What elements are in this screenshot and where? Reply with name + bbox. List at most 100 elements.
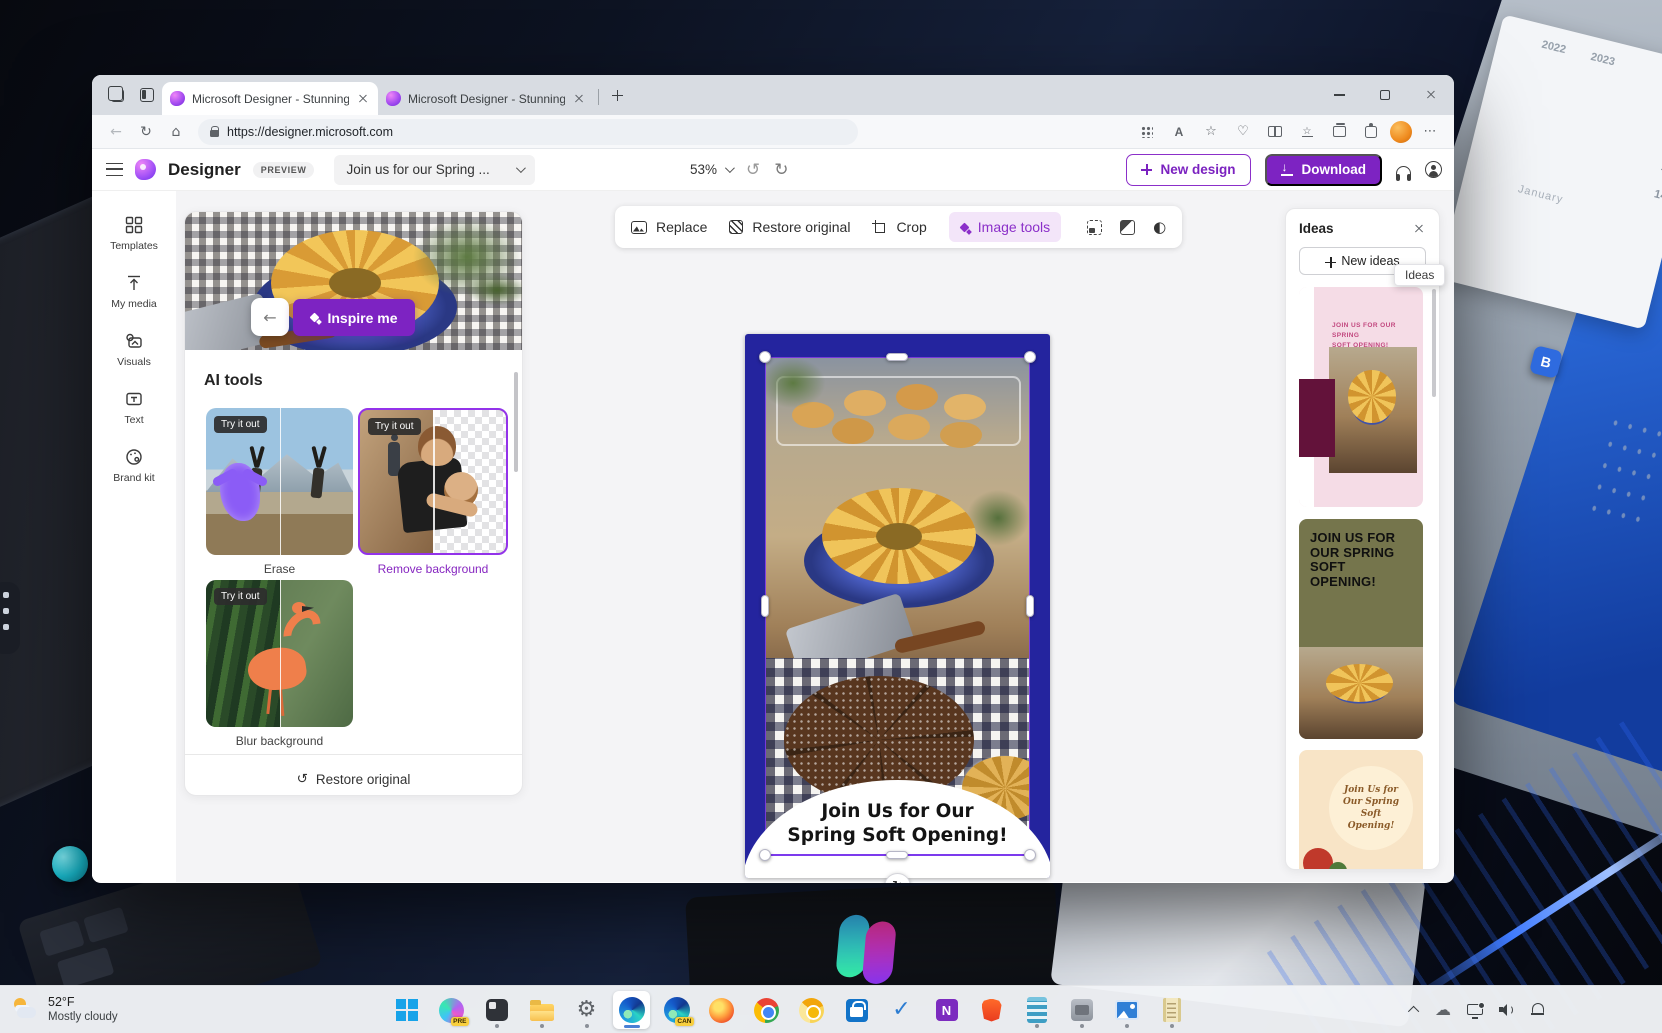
edge-canary-badge: CAN	[675, 1017, 694, 1026]
selection-handle-br[interactable]	[1024, 849, 1036, 861]
volume-icon[interactable]	[1499, 1004, 1515, 1016]
back-button[interactable]: ←	[251, 298, 289, 336]
maximize-button[interactable]	[1362, 75, 1408, 115]
caption-text[interactable]: Join Us for Our Spring Soft Opening!	[745, 800, 1050, 848]
browser-essentials-icon[interactable]: ♡	[1230, 120, 1256, 144]
chrome-button[interactable]	[748, 991, 785, 1029]
inspire-me-button[interactable]: Inspire me	[293, 299, 415, 336]
tray-chevron-icon[interactable]	[1408, 1005, 1419, 1016]
edge-button[interactable]	[613, 991, 650, 1029]
sidebar-item-my-media[interactable]: My media	[111, 273, 157, 310]
firefox-button[interactable]	[703, 991, 740, 1029]
selection-handle-tl[interactable]	[759, 351, 771, 363]
header-actions: New design Download	[1126, 149, 1442, 190]
sidebar-item-visuals[interactable]: Visuals	[117, 331, 151, 368]
favorites-bar-icon[interactable]: ☆	[1294, 120, 1320, 144]
collections-icon[interactable]	[1326, 120, 1352, 144]
dark-app-button[interactable]	[478, 991, 515, 1029]
sidebar-item-brand-kit[interactable]: Brand kit	[113, 447, 154, 484]
minimize-button[interactable]	[1316, 75, 1362, 115]
try-it-out-badge: Try it out	[368, 418, 421, 435]
address-bar[interactable]: https://designer.microsoft.com	[198, 119, 858, 145]
zoom-dropdown[interactable]: 53%	[690, 162, 732, 177]
close-tab-icon[interactable]	[356, 92, 370, 106]
ai-card-erase[interactable]: Try it out	[206, 408, 353, 555]
weather-widget[interactable]: 52°F Mostly cloudy	[12, 986, 118, 1033]
selection-handle-right[interactable]	[1026, 595, 1034, 617]
read-aloud-icon[interactable]: A	[1166, 120, 1192, 144]
browser-tab-1[interactable]: Microsoft Designer - Stunning de	[162, 82, 378, 115]
split-screen-icon[interactable]	[1262, 120, 1288, 144]
file-explorer-button[interactable]	[523, 991, 560, 1029]
restore-original-button[interactable]: ↺ Restore original	[185, 764, 522, 794]
extensions-icon[interactable]	[1358, 120, 1384, 144]
onedrive-icon[interactable]: ☁	[1435, 1002, 1451, 1018]
idea-thumbnail[interactable]: JOIN US FOR OUR SPRING SOFT OPENING!	[1299, 519, 1423, 739]
refresh-icon[interactable]: ↻	[132, 119, 160, 145]
workspaces-icon[interactable]	[102, 80, 132, 110]
support-icon[interactable]	[1396, 166, 1411, 177]
apps-grid-icon[interactable]	[1134, 120, 1160, 144]
settings-button[interactable]: ⚙	[568, 991, 605, 1029]
recolor-icon[interactable]	[1120, 220, 1135, 235]
copilot-button[interactable]: PRE	[433, 991, 470, 1029]
brave-button[interactable]	[973, 991, 1010, 1029]
selection-handle-bottom[interactable]	[886, 851, 908, 859]
new-design-button[interactable]: New design	[1126, 154, 1250, 186]
selection-handle-top[interactable]	[886, 353, 908, 361]
divider	[185, 754, 522, 755]
microsoft-store-button[interactable]	[838, 991, 875, 1029]
sidebar-item-templates[interactable]: Templates	[110, 215, 158, 252]
add-favorite-icon[interactable]: ☆	[1198, 120, 1224, 144]
striped-app-button[interactable]	[1018, 991, 1055, 1029]
download-button[interactable]: Download	[1265, 154, 1383, 186]
selection-handle-tr[interactable]	[1024, 351, 1036, 363]
to-do-button[interactable]: ✓	[883, 991, 920, 1029]
redo-icon[interactable]: ↻	[774, 160, 788, 180]
tab-actions-icon[interactable]	[132, 80, 162, 110]
close-ideas-icon[interactable]	[1412, 222, 1426, 236]
ideas-scrollbar[interactable]	[1432, 289, 1436, 397]
crop-button[interactable]: Crop	[872, 219, 926, 235]
set-background-icon[interactable]	[1087, 220, 1102, 235]
contrast-icon[interactable]: ◐	[1153, 218, 1166, 236]
image-tools-button[interactable]: Image tools	[949, 212, 1061, 242]
new-tab-button[interactable]	[603, 81, 631, 109]
design-canvas[interactable]: Join Us for Our Spring Soft Opening!	[745, 334, 1050, 878]
sidebar-item-text[interactable]: Text	[124, 389, 144, 426]
utility-app-button[interactable]	[1063, 991, 1100, 1029]
profile-avatar[interactable]	[1390, 121, 1412, 143]
doc-title-dropdown[interactable]: Join us for our Spring ...	[334, 155, 534, 185]
home-icon[interactable]: ⌂	[162, 119, 190, 145]
idea-thumbnail[interactable]: JOIN US FOR OUR SPRING SOFT OPENING!	[1299, 287, 1423, 507]
close-window-button[interactable]	[1408, 75, 1454, 115]
media-app-button[interactable]	[1108, 991, 1145, 1029]
onenote-button[interactable]: N	[928, 991, 965, 1029]
browser-tab-2[interactable]: Microsoft Designer - Stunning de	[378, 82, 594, 115]
focus-assist-icon[interactable]	[1531, 1003, 1544, 1016]
close-tab-icon[interactable]	[572, 92, 586, 106]
browser-menu-icon[interactable]: ⋯	[1418, 120, 1444, 144]
chrome-canary-button[interactable]	[793, 991, 830, 1029]
account-icon[interactable]	[1425, 161, 1442, 178]
start-button[interactable]	[388, 991, 425, 1029]
selection-handle-left[interactable]	[761, 595, 769, 617]
card-label: Erase	[206, 562, 353, 576]
undo-icon[interactable]: ↺	[746, 160, 760, 180]
selection-handle-bl[interactable]	[759, 849, 771, 861]
ai-card-remove-background[interactable]: Try it out	[358, 408, 508, 555]
tab-separator	[598, 89, 599, 105]
scroll-app-button[interactable]	[1153, 991, 1190, 1029]
network-display-icon[interactable]	[1467, 1004, 1483, 1015]
back-icon[interactable]: ←	[102, 119, 130, 145]
panel-scrollbar[interactable]	[514, 372, 518, 472]
store-icon	[846, 999, 868, 1022]
menu-icon[interactable]	[106, 163, 123, 176]
toolbar-extra-icons: ◐	[1087, 218, 1166, 236]
edge-canary-button[interactable]: CAN	[658, 991, 695, 1029]
ai-card-blur-background[interactable]: Try it out	[206, 580, 353, 727]
replace-button[interactable]: Replace	[631, 219, 707, 235]
restore-original-button[interactable]: Restore original	[729, 219, 850, 235]
sparkle-icon	[310, 313, 319, 322]
idea-thumbnail[interactable]: Join Us for Our Spring Soft Opening!	[1299, 750, 1423, 870]
